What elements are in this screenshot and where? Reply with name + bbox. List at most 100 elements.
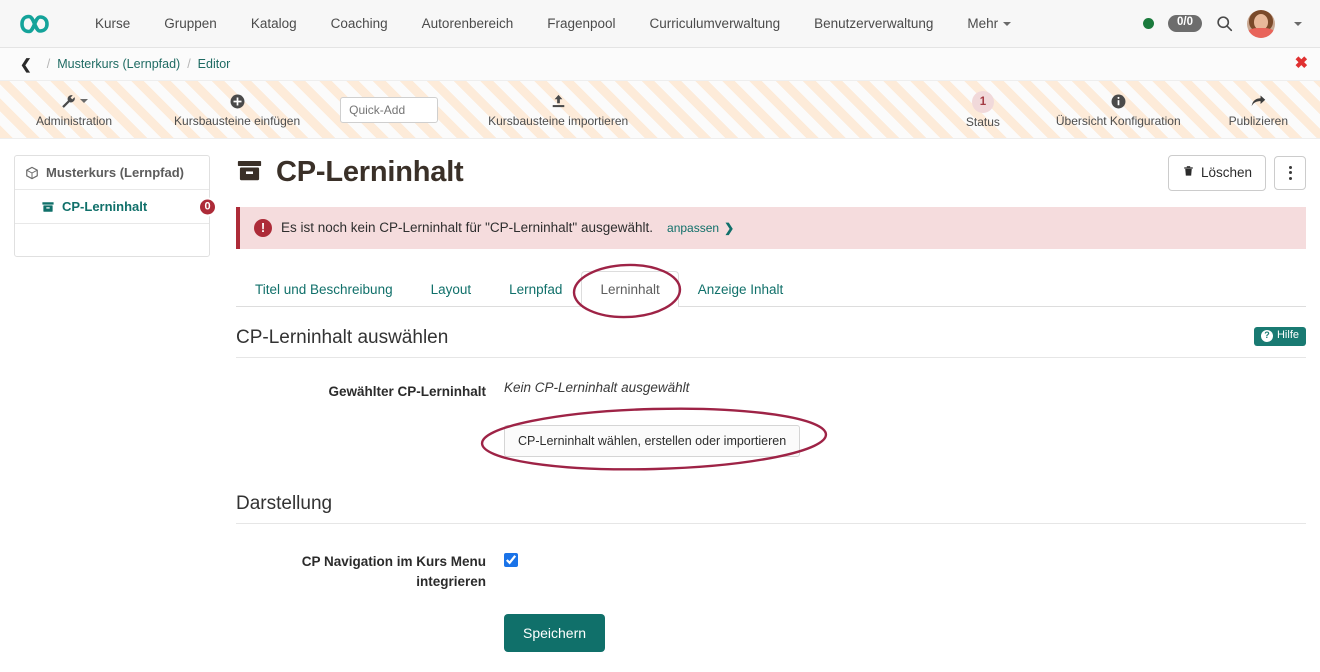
cube-icon [25,166,39,180]
archive-icon [41,200,55,214]
exclamation-circle-icon: ! [254,219,272,237]
save-button[interactable]: Speichern [504,614,605,652]
notification-counter[interactable]: 0/0 [1168,15,1202,32]
choose-create-import-button[interactable]: CP-Lerninhalt wählen, erstellen oder imp… [504,425,800,457]
tab-lernpfad[interactable]: Lernpfad [490,271,581,307]
form-row-choose-button: CP-Lerninhalt wählen, erstellen oder imp… [236,425,1306,457]
kebab-menu-icon [1289,177,1292,180]
cp-navigation-label: CP Navigation im Kurs Menu integrieren [236,550,504,591]
choose-button-spacer [236,425,504,427]
course-tree-sidebar: Musterkurs (Lernpfad) CP-Lerninhalt 0 [14,155,210,257]
chosen-content-label: Gewählter CP-Lerninhalt [236,380,504,402]
section-title-auswaehlen: CP-Lerninhalt auswählen ? Hilfe [236,327,1306,358]
breadcrumb-separator: / [187,57,190,71]
navbar-right-tools: 0/0 [1143,10,1306,38]
nav-item-autorenbereich[interactable]: Autorenbereich [405,0,531,48]
page-title: CP-Lerninhalt [276,156,464,189]
section-heading-text: CP-Lerninhalt auswählen [236,327,448,348]
close-icon[interactable]: ✖ [1295,56,1308,72]
nav-item-benutzerverwaltung[interactable]: Benutzerverwaltung [797,0,950,48]
form-row-cp-navigation: CP Navigation im Kurs Menu integrieren [236,550,1306,591]
nav-item-curriculumverwaltung[interactable]: Curriculumverwaltung [633,0,798,48]
section-title-darstellung: Darstellung [236,493,1306,524]
more-options-button[interactable] [1274,156,1306,190]
chevron-down-icon [1003,22,1011,26]
alert-adjust-link[interactable]: anpassen ❯ [667,221,734,235]
nav-item-katalog[interactable]: Katalog [234,0,314,48]
toolbar-configuration-overview[interactable]: Übersicht Konfiguration [1046,91,1191,128]
breadcrumb-back-chevron-left-icon[interactable]: ❮ [20,57,32,71]
nav-item-fragenpool[interactable]: Fragenpool [530,0,632,48]
tab-lerninhalt[interactable]: Lerninhalt [581,271,678,307]
brand-logo[interactable] [18,10,62,38]
alert-text: Es ist noch kein CP-Lerninhalt für "CP-L… [281,220,653,235]
delete-button[interactable]: Löschen [1168,155,1266,191]
nav-item-coaching[interactable]: Coaching [314,0,405,48]
kebab-menu-icon [1289,171,1292,174]
breadcrumb-item-editor[interactable]: Editor [198,57,231,71]
sidebar-item-musterkurs[interactable]: Musterkurs (Lernpfad) [15,156,209,190]
chevron-right-icon: ❯ [724,221,734,235]
nav-links: Kurse Gruppen Katalog Coaching Autorenbe… [78,0,1143,48]
warning-alert: ! Es ist noch kein CP-Lerninhalt für "CP… [236,207,1306,249]
main-content: CP-Lerninhalt Löschen [210,155,1306,672]
sidebar-item-label: CP-Lerninhalt [62,199,147,214]
online-status-icon [1143,18,1154,29]
toolbar-import-course-elements[interactable]: Kursbausteine importieren [478,91,638,128]
toolbar-label: Kursbausteine einfügen [174,114,300,128]
avatar-shirt [1248,28,1274,38]
section-heading-text: Darstellung [236,493,332,514]
delete-button-label: Löschen [1201,166,1252,181]
infinity-logo-icon [18,13,58,35]
page-actions: Löschen [1168,155,1306,191]
nav-item-kurse[interactable]: Kurse [78,0,147,48]
toolbar-insert-course-elements[interactable]: Kursbausteine einfügen [164,91,310,128]
tab-anzeige-inhalt[interactable]: Anzeige Inhalt [679,271,803,307]
trash-icon [1182,164,1195,182]
tab-bar: Titel und Beschreibung Layout Lernpfad L… [236,271,1306,307]
avatar[interactable] [1247,10,1275,38]
nav-item-mehr[interactable]: Mehr [950,0,1028,48]
user-menu-chevron-down-icon[interactable] [1294,22,1302,26]
sidebar-item-cp-lerninhalt[interactable]: CP-Lerninhalt 0 [15,190,209,224]
alert-link-label: anpassen [667,221,719,235]
sidebar-item-label: Musterkurs (Lernpfad) [46,165,184,180]
toolbar-label: Administration [36,114,112,128]
info-circle-icon [1110,91,1127,111]
toolbar-status[interactable]: 1 Status [948,91,1018,129]
question-circle-icon: ? [1261,330,1273,342]
form-row-save: Speichern [236,614,1306,652]
toolbar-label: Publizieren [1229,114,1288,128]
chevron-down-icon [80,99,88,103]
kebab-menu-icon [1289,166,1292,169]
cp-navigation-checkbox[interactable] [504,553,518,567]
page-header: CP-Lerninhalt Löschen [236,155,1306,191]
search-icon[interactable] [1216,15,1233,32]
editor-toolbar: Administration Kursbausteine einfügen Ku… [0,81,1320,139]
chosen-content-value: Kein CP-Lerninhalt ausgewählt [504,380,689,395]
breadcrumb-item-course[interactable]: Musterkurs (Lernpfad) [57,57,180,71]
status-badge: 1 [972,91,994,113]
tab-layout[interactable]: Layout [412,271,491,307]
share-arrow-icon [1249,91,1267,111]
toolbar-label: Status [966,115,1000,129]
plus-circle-icon [229,91,246,111]
help-badge[interactable]: ? Hilfe [1254,327,1306,346]
nav-item-gruppen[interactable]: Gruppen [147,0,234,48]
breadcrumb: ❮ / Musterkurs (Lernpfad) / Editor ✖ [0,48,1320,81]
quick-add-input[interactable] [340,97,438,123]
wrench-icon [60,91,88,111]
toolbar-administration[interactable]: Administration [26,91,122,128]
toolbar-label: Kursbausteine importieren [488,114,628,128]
top-navbar: Kurse Gruppen Katalog Coaching Autorenbe… [0,0,1320,48]
help-badge-label: Hilfe [1277,330,1299,341]
breadcrumb-separator: / [47,57,50,71]
save-button-spacer [236,614,504,616]
sidebar-empty-row [15,224,209,246]
toolbar-publish[interactable]: Publizieren [1219,91,1298,128]
form-row-chosen-content: Gewählter CP-Lerninhalt Kein CP-Lerninha… [236,380,1306,402]
page-title-archive-icon [236,157,263,189]
tab-titel-und-beschreibung[interactable]: Titel und Beschreibung [236,271,412,307]
page-body: Musterkurs (Lernpfad) CP-Lerninhalt 0 [0,139,1320,672]
upload-icon [550,91,567,111]
